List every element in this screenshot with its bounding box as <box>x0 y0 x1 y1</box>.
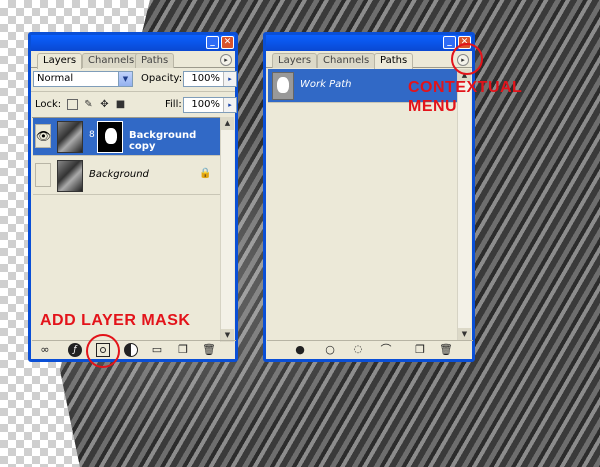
opacity-field[interactable]: 100% ▸ <box>183 71 237 87</box>
add-layer-mask-highlight-circle <box>86 334 120 368</box>
scroll-up-icon[interactable]: ▲ <box>221 117 234 130</box>
layers-panel-titlebar[interactable]: _ ✕ <box>31 35 235 51</box>
lock-label: Lock: <box>35 99 62 110</box>
tab-paths[interactable]: Paths <box>135 53 175 68</box>
tab-paths[interactable]: Paths <box>374 53 414 69</box>
new-group-icon[interactable]: ▭ <box>150 343 164 357</box>
divider <box>31 91 235 92</box>
new-layer-icon[interactable]: ❐ <box>176 343 190 357</box>
blend-mode-value: Normal <box>37 73 74 84</box>
tab-channels[interactable]: Channels <box>82 53 141 68</box>
contextual-menu-label-line2: MENU <box>408 98 458 115</box>
layer-row-background-copy[interactable]: 👁 8 Background copy <box>33 118 221 156</box>
load-selection-icon[interactable]: ◌ <box>351 343 365 357</box>
chain-link-icon[interactable]: 8 <box>89 130 95 140</box>
paths-panel-tabs: Layers Channels Paths ▸ <box>266 51 472 69</box>
fill-label: Fill: <box>165 99 182 110</box>
fill-path-icon[interactable]: ● <box>293 343 307 357</box>
tab-layers[interactable]: Layers <box>272 53 318 68</box>
trash-icon[interactable]: 🗑 <box>202 343 216 357</box>
close-button[interactable]: ✕ <box>221 36 234 49</box>
contextual-menu-highlight-circle <box>451 43 483 75</box>
path-name: Work Path <box>300 79 352 90</box>
lock-position-icon[interactable]: ✥ <box>99 99 110 110</box>
lock-icon: 🔒 <box>199 168 212 179</box>
layer-name: Background copy <box>129 130 197 152</box>
lock-all-icon[interactable]: ■ <box>115 99 126 110</box>
eye-icon[interactable]: 👁 <box>35 124 51 148</box>
fill-arrow-icon[interactable]: ▸ <box>223 98 236 112</box>
fill-field[interactable]: 100% ▸ <box>183 97 237 113</box>
minimize-button[interactable]: _ <box>443 36 456 49</box>
paths-panel-titlebar[interactable]: _ ✕ <box>266 35 472 51</box>
lock-icons: ✎ ✥ ■ <box>67 99 137 111</box>
layers-panel-tabs: Layers Channels Paths ▸ <box>31 51 235 69</box>
stroke-path-icon[interactable]: ○ <box>323 343 337 357</box>
tab-layers[interactable]: Layers <box>37 53 83 69</box>
layer-mask-thumbnail[interactable] <box>97 121 123 153</box>
paths-bottom-toolbar: ● ○ ◌ ⌒ ❐ 🗑 <box>267 340 473 358</box>
layers-scrollbar[interactable]: ▲ ▼ <box>220 117 234 342</box>
lock-pixels-icon[interactable]: ✎ <box>83 99 94 110</box>
path-thumbnail <box>272 72 294 100</box>
new-path-icon[interactable]: ❐ <box>413 343 427 357</box>
layer-style-icon[interactable]: ƒ <box>68 343 82 357</box>
delete-path-icon[interactable]: 🗑 <box>439 343 453 357</box>
layer-row-background[interactable]: Background 🔒 <box>33 157 221 195</box>
panel-menu-button[interactable]: ▸ <box>220 54 232 66</box>
layers-bottom-toolbar: ∞ ƒ ▭ ❐ 🗑 <box>32 340 236 358</box>
make-work-path-icon[interactable]: ⌒ <box>379 343 393 357</box>
visibility-toggle[interactable] <box>35 163 51 187</box>
contextual-menu-callout: CONTEXTUAL MENU <box>408 78 522 116</box>
fill-value: 100% <box>191 99 220 110</box>
add-layer-mask-callout: ADD LAYER MASK <box>40 312 191 329</box>
minimize-button[interactable]: _ <box>206 36 219 49</box>
blend-mode-select[interactable]: Normal ▼ <box>33 71 133 87</box>
layer-name: Background <box>89 169 149 180</box>
layer-thumbnail <box>57 121 83 153</box>
opacity-value: 100% <box>191 73 220 84</box>
opacity-label: Opacity: <box>141 73 183 84</box>
tab-channels[interactable]: Channels <box>317 53 376 68</box>
layer-thumbnail <box>57 160 83 192</box>
opacity-arrow-icon[interactable]: ▸ <box>223 72 236 86</box>
contextual-menu-label-line1: CONTEXTUAL <box>408 79 523 96</box>
layers-list: 👁 8 Background copy Background 🔒 <box>32 117 221 342</box>
link-icon[interactable]: ∞ <box>38 343 52 357</box>
lock-transparency-icon[interactable] <box>67 99 78 110</box>
chevron-down-icon: ▼ <box>118 72 132 86</box>
adjustment-layer-icon[interactable] <box>124 343 138 357</box>
